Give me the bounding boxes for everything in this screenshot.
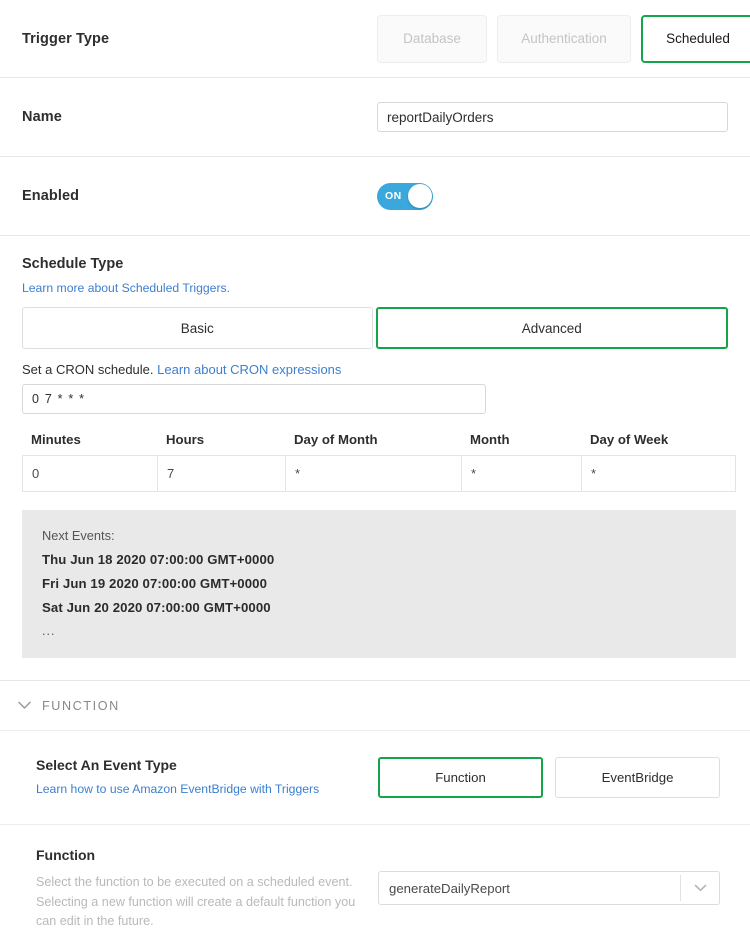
select-event-type-info: Select An Event Type Learn how to use Am… [36,757,378,798]
schedule-mode-basic[interactable]: Basic [22,307,373,349]
schedule-type-help: Learn more about Scheduled Triggers. [22,279,728,297]
cron-header-month: Month [470,432,510,447]
enabled-toggle[interactable]: ON [377,182,433,210]
trigger-type-row: Trigger Type Database Authentication Sch… [0,0,750,78]
function-select-info: Function Select the function to be execu… [36,847,378,932]
next-event-item: Sat Jun 20 2020 07:00:00 GMT+0000 [42,600,271,615]
cron-header-hours: Hours [166,432,205,447]
cron-table-header-row: Minutes Hours Day of Month Month Day of … [22,432,736,447]
cron-value-minutes[interactable]: 0 [22,455,157,492]
schedule-type-title: Schedule Type [22,256,124,272]
cron-header-day-of-month: Day of Month [294,432,378,447]
event-type-option-function[interactable]: Function [378,757,543,798]
function-select-title: Function [36,847,96,863]
cron-table-value-row: 0 7 * * * [22,455,736,492]
cron-header-minutes: Minutes [31,432,81,447]
cron-value-hours[interactable]: 7 [157,455,285,492]
function-select-dropdown[interactable]: generateDailyReport [378,871,720,905]
trigger-type-option-scheduled[interactable]: Scheduled [641,14,750,63]
next-event-item: Fri Jun 19 2020 07:00:00 GMT+0000 [42,576,268,591]
trigger-type-label: Trigger Type [22,30,110,47]
cron-expressions-link[interactable]: Learn about CRON expressions [157,362,341,377]
schedule-mode-advanced[interactable]: Advanced [375,307,728,349]
next-events-ellipsis: ... [42,624,56,638]
function-select-description: Select the function to be executed on a … [36,875,356,929]
cron-help-line: Set a CRON schedule. Learn about CRON ex… [22,362,728,377]
name-input[interactable]: reportDailyOrders [377,102,728,132]
next-events-title: Next Events: [42,528,115,543]
cron-value-day-of-month[interactable]: * [285,455,461,492]
cron-value-day-of-week[interactable]: * [581,455,736,492]
trigger-type-option-authentication[interactable]: Authentication [497,14,631,63]
cron-header-day-of-week: Day of Week [590,432,669,447]
schedule-type-section: Schedule Type Learn more about Scheduled… [0,236,750,681]
chevron-down-icon[interactable] [681,884,719,892]
trigger-configuration-page: Trigger Type Database Authentication Sch… [0,0,750,950]
event-type-option-eventbridge[interactable]: EventBridge [555,757,720,798]
name-label: Name [22,109,62,125]
toggle-state-text: ON [385,190,402,202]
event-type-options: Function EventBridge [378,757,720,798]
toggle-knob [407,184,432,208]
function-select-row: Function Select the function to be execu… [0,825,750,932]
eventbridge-help-link[interactable]: Learn how to use Amazon EventBridge with… [36,782,319,796]
select-event-type-row: Select An Event Type Learn how to use Am… [0,731,750,825]
name-row: Name reportDailyOrders [0,78,750,157]
function-section-header-label: FUNCTION [42,698,120,713]
function-section-header[interactable]: FUNCTION [0,681,750,731]
function-select-value: generateDailyReport [389,880,510,896]
chevron-down-icon [18,701,31,710]
enabled-row: Enabled ON [0,157,750,236]
cron-help-text: Set a CRON schedule. [22,362,154,377]
cron-expression-input[interactable]: 0 7 * * * [22,384,486,414]
trigger-type-option-database[interactable]: Database [377,14,487,63]
cron-fields-table: Minutes Hours Day of Month Month Day of … [22,432,736,492]
trigger-type-options: Database Authentication Scheduled [377,14,750,63]
select-event-type-title: Select An Event Type [36,757,177,773]
enabled-label: Enabled [22,188,80,204]
scheduled-triggers-link[interactable]: Learn more about Scheduled Triggers. [22,281,230,295]
next-events-panel: Next Events: Thu Jun 18 2020 07:00:00 GM… [22,510,736,658]
next-event-item: Thu Jun 18 2020 07:00:00 GMT+0000 [42,552,275,567]
cron-value-month[interactable]: * [461,455,581,492]
schedule-mode-options: Basic Advanced [22,307,728,349]
